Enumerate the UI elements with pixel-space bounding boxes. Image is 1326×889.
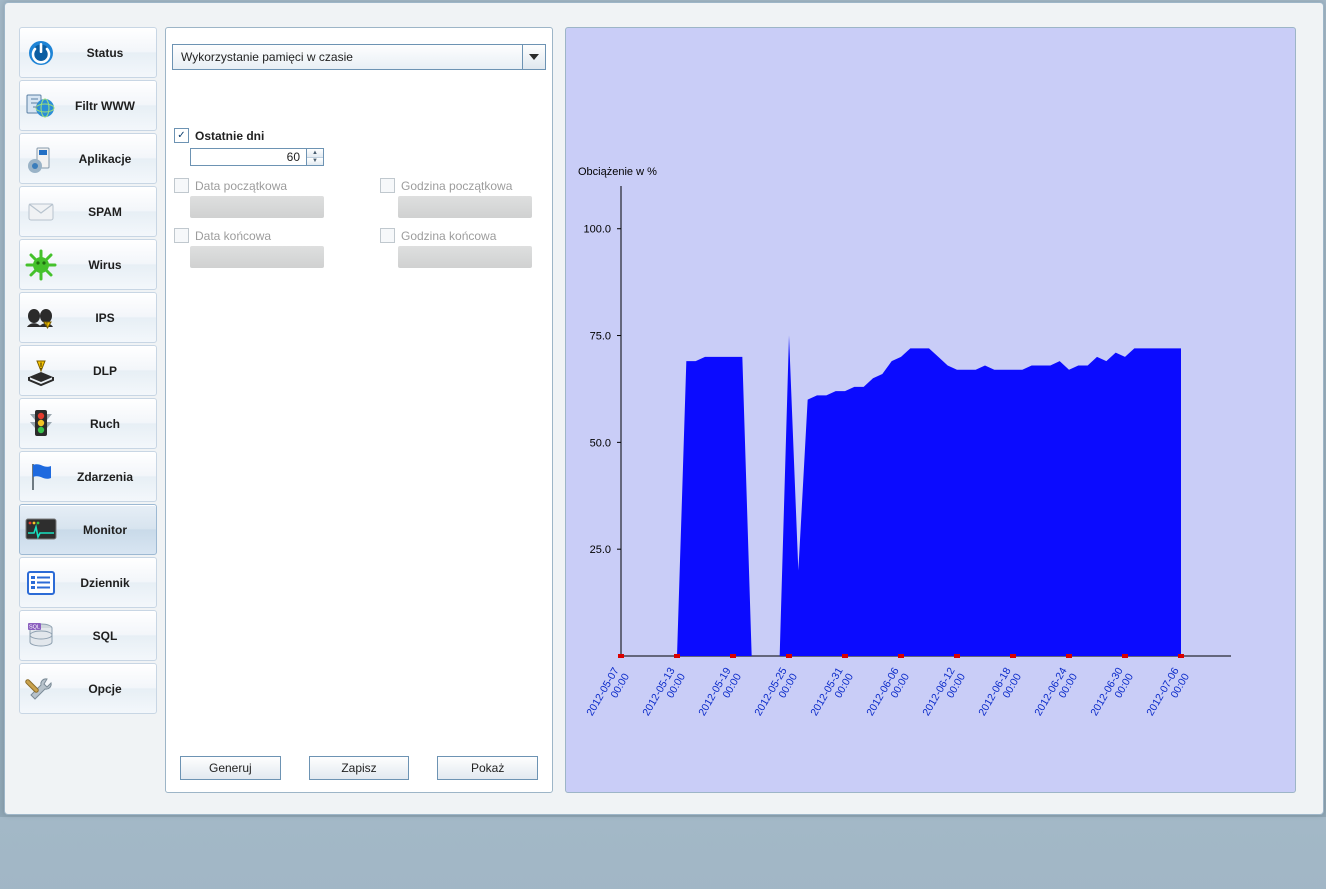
days-stepper[interactable]: 60 ▲ ▼ (190, 148, 324, 166)
sidebar-item-dlp[interactable]: ! DLP (19, 345, 157, 396)
checkbox-label: Data początkowa (195, 179, 287, 193)
sidebar-item-label: Ruch (62, 417, 156, 431)
dlp-book-icon: ! (20, 350, 62, 392)
report-select-value: Wykorzystanie pamięci w czasie (172, 44, 522, 70)
sidebar-item-label: Status (62, 46, 156, 60)
traffic-light-icon (20, 403, 62, 445)
globe-filter-icon (20, 85, 62, 127)
svg-text:!: ! (40, 361, 43, 371)
time-start-field (398, 196, 532, 218)
sidebar-item-wirus[interactable]: Wirus (19, 239, 157, 290)
sidebar-item-spam[interactable]: SPAM (19, 186, 157, 237)
sidebar-item-label: Opcje (62, 682, 156, 696)
sidebar-item-dziennik[interactable]: Dziennik (19, 557, 157, 608)
form-panel: Wykorzystanie pamięci w czasie ✓ Ostatni… (165, 27, 553, 793)
chevron-down-icon[interactable] (522, 44, 546, 70)
flag-icon (20, 456, 62, 498)
window-panel: Status Filtr WWW Aplikacje SPAM Wirus (4, 2, 1324, 815)
sidebar-item-label: Filtr WWW (62, 99, 156, 113)
checkbox-label: Godzina początkowa (401, 179, 512, 193)
stepper-down-icon[interactable]: ▼ (307, 158, 323, 166)
sidebar-item-ips[interactable]: ! IPS (19, 292, 157, 343)
checkbox-icon (174, 228, 189, 243)
svg-text:SQL: SQL (29, 624, 40, 630)
log-list-icon (20, 562, 62, 604)
time-end-field (398, 246, 532, 268)
show-button[interactable]: Pokaż (437, 756, 538, 780)
sidebar-item-label: Zdarzenia (62, 470, 156, 484)
svg-text:50.0: 50.0 (590, 437, 611, 449)
sidebar-item-sql[interactable]: SQL SQL (19, 610, 157, 661)
sidebar-item-label: Monitor (62, 523, 156, 537)
chart-panel: Obciążenie w % 25.050.075.0100.02012-05-… (565, 27, 1296, 793)
sidebar-item-filtr-www[interactable]: Filtr WWW (19, 80, 157, 131)
days-stepper-value[interactable]: 60 (190, 148, 307, 166)
tools-icon (20, 668, 62, 710)
date-start-field (190, 196, 324, 218)
checkbox-label: Ostatnie dni (195, 129, 264, 143)
sidebar-item-label: Wirus (62, 258, 156, 272)
action-buttons: Generuj Zapisz Pokaż (180, 756, 538, 780)
checkbox-label: Godzina końcowa (401, 229, 496, 243)
svg-text:25.0: 25.0 (590, 544, 611, 556)
sidebar-item-label: DLP (62, 364, 156, 378)
virus-icon (20, 244, 62, 286)
report-select[interactable]: Wykorzystanie pamięci w czasie (172, 44, 546, 70)
checkbox-last-days[interactable]: ✓ Ostatnie dni (174, 128, 264, 143)
monitor-icon (20, 509, 62, 551)
checkbox-date-start[interactable]: Data początkowa (174, 178, 287, 193)
checkbox-label: Data końcowa (195, 229, 271, 243)
checkbox-icon (380, 228, 395, 243)
apps-icon (20, 138, 62, 180)
chart-title: Obciążenie w % (578, 166, 657, 178)
checkbox-icon (174, 178, 189, 193)
stepper-up-icon[interactable]: ▲ (307, 149, 323, 158)
sidebar-item-status[interactable]: Status (19, 27, 157, 78)
save-button[interactable]: Zapisz (309, 756, 410, 780)
svg-text:75.0: 75.0 (590, 331, 611, 343)
checkbox-time-end[interactable]: Godzina końcowa (380, 228, 496, 243)
sidebar-item-label: SQL (62, 629, 156, 643)
generate-button[interactable]: Generuj (180, 756, 281, 780)
sidebar-item-aplikacje[interactable]: Aplikacje (19, 133, 157, 184)
sidebar-item-label: SPAM (62, 205, 156, 219)
date-end-field (190, 246, 324, 268)
power-icon (20, 32, 62, 74)
sidebar-item-zdarzenia[interactable]: Zdarzenia (19, 451, 157, 502)
database-icon: SQL (20, 615, 62, 657)
checkbox-icon: ✓ (174, 128, 189, 143)
checkbox-icon (380, 178, 395, 193)
sidebar-item-label: Dziennik (62, 576, 156, 590)
sidebar-item-label: Aplikacje (62, 152, 156, 166)
sidebar-item-ruch[interactable]: Ruch (19, 398, 157, 449)
sidebar-item-label: IPS (62, 311, 156, 325)
checkbox-time-start[interactable]: Godzina początkowa (380, 178, 512, 193)
sidebar-item-monitor[interactable]: Monitor (19, 504, 157, 555)
sidebar: Status Filtr WWW Aplikacje SPAM Wirus (19, 27, 157, 716)
chart-plot: 25.050.075.0100.02012-05-0700:002012-05-… (621, 186, 1241, 656)
ips-icon: ! (20, 297, 62, 339)
envelope-icon (20, 191, 62, 233)
checkbox-date-end[interactable]: Data końcowa (174, 228, 271, 243)
svg-text:100.0: 100.0 (583, 224, 611, 236)
sidebar-item-opcje[interactable]: Opcje (19, 663, 157, 714)
